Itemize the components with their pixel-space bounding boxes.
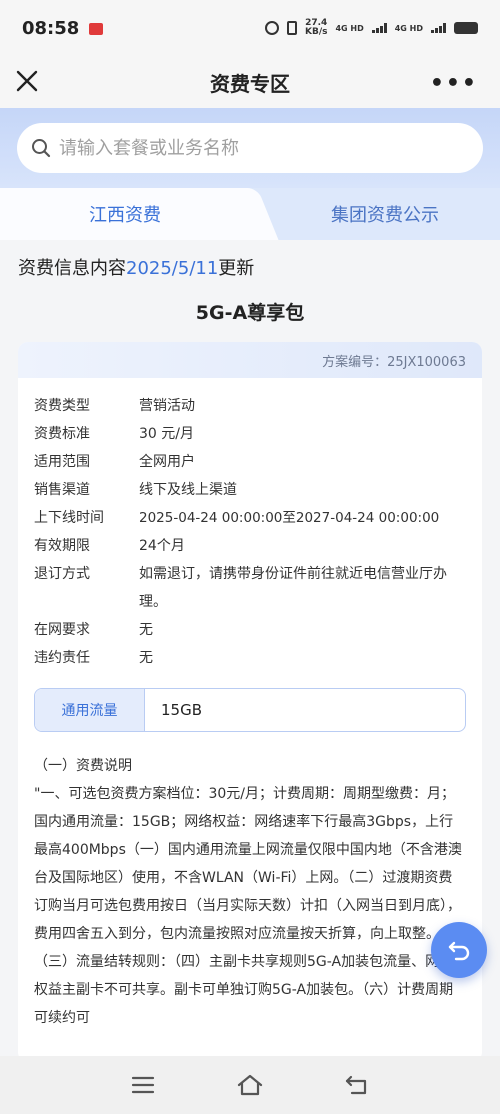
update-prefix: 资费信息内容	[18, 258, 126, 279]
detail-value: 营销活动	[139, 398, 195, 414]
network-speed-unit: KB/s	[304, 27, 328, 37]
vibrate-icon	[286, 21, 297, 35]
system-nav-bar	[0, 1056, 500, 1114]
tab-jiangxi-tariff[interactable]: 江西资费	[0, 188, 250, 240]
package-title: 5G-A尊享包	[195, 302, 305, 324]
traffic-label: 通用流量	[35, 689, 145, 731]
detail-row: 上下线时间 2025-04-24 00:00:00至2027-04-24 00:…	[34, 504, 482, 532]
search-box[interactable]	[17, 123, 483, 173]
network-type-2: 4G HD	[394, 23, 423, 33]
traffic-value: 15GB	[161, 701, 203, 719]
detail-value: 30 元/月	[139, 426, 194, 442]
detail-row: 在网要求 无	[34, 616, 482, 644]
tab-group-tariff[interactable]: 集团资费公示	[270, 188, 500, 240]
status-time: 08:58	[22, 17, 80, 39]
signal-icon-2	[431, 23, 446, 33]
detail-row: 退订方式 如需退订，请携带身份证件前往就近电信营业厅办理。	[34, 560, 482, 616]
detail-row: 销售渠道 线下及线上渠道	[34, 476, 482, 504]
plan-number: 方案编号：25JX100063	[18, 342, 482, 378]
detail-rows: 资费类型 营销活动 资费标准 30 元/月 适用范围 全网用户 销售渠道 线下及…	[18, 378, 482, 672]
description-body: "一、可选包资费方案档位：30元/月；计费周期：周期型缴费：月；国内通用流量：1…	[34, 786, 462, 1026]
back-button[interactable]	[337, 1065, 377, 1105]
detail-key: 资费类型	[34, 398, 90, 414]
package-card: 方案编号：25JX100063 资费类型 营销活动 资费标准 30 元/月 适用…	[18, 342, 482, 1056]
detail-key: 上下线时间	[34, 510, 104, 526]
notification-app-icon	[89, 23, 104, 35]
detail-key: 资费标准	[34, 426, 90, 442]
signal-icon-1	[371, 23, 387, 33]
detail-key: 在网要求	[34, 622, 90, 638]
detail-value: 全网用户	[139, 454, 195, 470]
more-menu-icon[interactable]: •••	[430, 71, 478, 96]
detail-row: 违约责任 无	[34, 644, 482, 672]
detail-key: 违约责任	[34, 650, 90, 666]
tab-group-tariff-label: 集团资费公示	[331, 205, 439, 226]
search-input[interactable]	[59, 137, 439, 159]
tariff-description: （一）资费说明 "一、可选包资费方案档位：30元/月；计费周期：周期型缴费：月；…	[18, 732, 482, 1032]
network-speed: 27.4 KB/s	[305, 19, 327, 37]
home-icon	[237, 1074, 263, 1096]
detail-value: 24个月	[139, 538, 185, 554]
tab-jiangxi-tariff-label: 江西资费	[89, 205, 161, 226]
detail-key: 有效期限	[34, 538, 90, 554]
detail-key: 适用范围	[34, 454, 90, 470]
home-button[interactable]	[230, 1065, 270, 1105]
detail-row: 有效期限 24个月	[34, 532, 482, 560]
alarm-icon	[264, 21, 279, 35]
back-icon	[345, 1075, 366, 1095]
status-icons: 27.4 KB/s 4G HD 4G HD	[264, 19, 478, 37]
description-heading: （一）资费说明	[34, 758, 132, 774]
main-content: 资费信息内容2025/5/11更新 5G-A尊享包 方案编号：25JX10006…	[0, 240, 500, 1056]
update-suffix: 更新	[218, 258, 255, 279]
search-band	[0, 108, 500, 188]
status-bar: 08:58 27.4 KB/s 4G HD 4G HD	[0, 0, 500, 56]
detail-key: 销售渠道	[34, 482, 90, 498]
detail-value: 2025-04-24 00:00:00至2027-04-24 00:00:00	[139, 510, 440, 526]
search-icon	[32, 139, 51, 158]
detail-key: 退订方式	[34, 566, 90, 582]
detail-row: 适用范围 全网用户	[34, 448, 482, 476]
menu-button[interactable]	[123, 1065, 163, 1105]
detail-value: 无	[139, 622, 153, 638]
update-date: 2025/5/11	[126, 258, 219, 279]
return-arrow-icon	[448, 941, 470, 961]
tab-bar: 江西资费 集团资费公示	[0, 188, 500, 240]
nav-bar: 资费专区 •••	[0, 56, 500, 108]
menu-icon	[132, 1076, 155, 1094]
close-icon[interactable]	[14, 68, 40, 94]
update-info: 资费信息内容2025/5/11更新	[18, 254, 254, 280]
traffic-box: 通用流量 15GB	[34, 688, 466, 732]
detail-row: 资费类型 营销活动	[34, 392, 482, 420]
page-title: 资费专区	[210, 71, 290, 96]
battery-icon	[454, 22, 478, 34]
back-floating-button[interactable]	[431, 922, 487, 978]
detail-value: 线下及线上渠道	[139, 482, 237, 498]
detail-value: 如需退订，请携带身份证件前往就近电信营业厅办理。	[139, 566, 447, 610]
detail-row: 资费标准 30 元/月	[34, 420, 482, 448]
detail-value: 无	[139, 650, 153, 666]
network-type-1: 4G HD	[335, 23, 364, 33]
